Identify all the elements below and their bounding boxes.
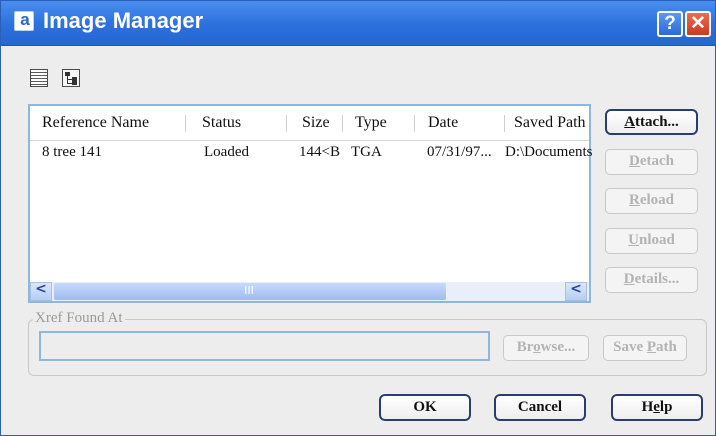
column-divider[interactable] <box>414 115 415 132</box>
cell-date: 07/31/97... <box>427 144 492 160</box>
xref-found-at-label: Xref Found At <box>33 310 125 327</box>
browse-button[interactable]: Browse... <box>503 335 589 361</box>
column-divider[interactable] <box>286 115 287 132</box>
chevron-left-icon: < <box>570 281 582 297</box>
image-manager-window: a Image Manager ? ✕ Reference Name Statu… <box>0 0 716 436</box>
chevron-left-icon: < <box>35 281 47 297</box>
column-header-saved-path[interactable]: Saved Path <box>514 114 586 132</box>
column-divider[interactable] <box>504 115 505 132</box>
tree-view-icon[interactable] <box>62 69 80 87</box>
cancel-button[interactable]: Cancel <box>494 394 586 421</box>
unload-button[interactable]: Unload <box>605 228 698 254</box>
column-header-date[interactable]: Date <box>428 114 458 132</box>
grip-icon: III <box>244 284 254 297</box>
image-reference-list[interactable]: Reference Name Status Size Type Date Sav… <box>28 104 593 303</box>
ok-button[interactable]: OK <box>379 394 471 421</box>
column-header-type[interactable]: Type <box>355 114 387 132</box>
title-help-button[interactable]: ? <box>657 11 683 37</box>
column-divider[interactable] <box>185 115 186 132</box>
cell-type: TGA <box>351 144 382 160</box>
list-header: Reference Name Status Size Type Date Sav… <box>30 106 589 141</box>
attach-button[interactable]: Attach... <box>605 109 698 135</box>
cell-status: Loaded <box>204 144 249 160</box>
cell-size: 144<B <box>299 144 340 160</box>
column-header-status[interactable]: Status <box>202 114 241 132</box>
column-divider[interactable] <box>342 115 343 132</box>
details-button[interactable]: Details... <box>605 267 698 293</box>
xref-path-field[interactable] <box>39 331 490 361</box>
help-button[interactable]: Help <box>611 394 703 421</box>
scroll-left-button[interactable]: < <box>30 281 52 301</box>
detach-button[interactable]: Detach <box>605 149 698 175</box>
app-icon: a <box>14 10 34 31</box>
scroll-thumb[interactable]: III <box>54 283 446 300</box>
window-title: Image Manager <box>43 8 204 33</box>
title-bar[interactable]: a Image Manager ? ✕ <box>1 1 715 46</box>
scroll-right-button[interactable]: < <box>565 281 587 301</box>
app-icon-letter: a <box>20 10 30 29</box>
list-view-icon[interactable] <box>30 69 48 87</box>
close-button[interactable]: ✕ <box>685 11 711 37</box>
cell-saved-path: D:\Documents <box>505 144 593 160</box>
horizontal-scrollbar[interactable]: < III < <box>30 281 589 301</box>
column-header-size[interactable]: Size <box>302 114 330 132</box>
cell-reference-name: 8 tree 141 <box>42 144 102 160</box>
reload-button[interactable]: Reload <box>605 188 698 214</box>
save-path-button[interactable]: Save Path <box>603 335 687 361</box>
column-header-reference-name[interactable]: Reference Name <box>42 114 149 132</box>
